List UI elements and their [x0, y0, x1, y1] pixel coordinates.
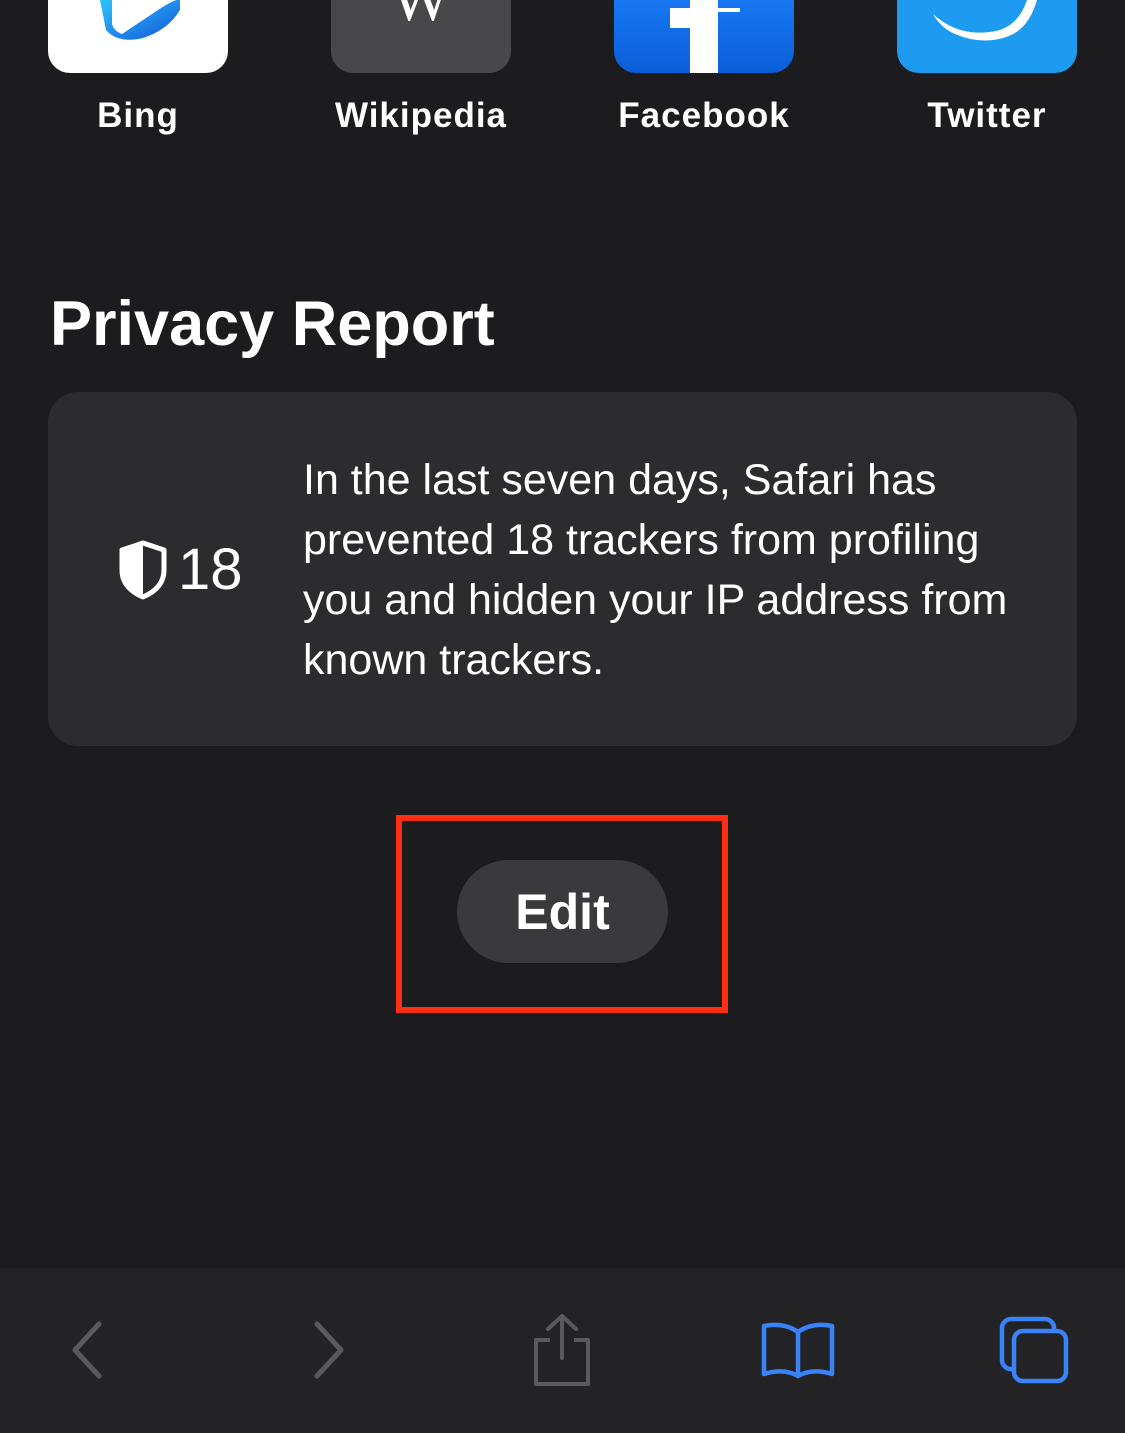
- tracker-count: 18: [178, 537, 243, 602]
- share-icon: [534, 1314, 590, 1386]
- edit-button[interactable]: Edit: [457, 860, 668, 963]
- favorite-label: Twitter: [927, 96, 1047, 135]
- favorite-twitter[interactable]: Twitter: [897, 0, 1077, 135]
- privacy-report-title: Privacy Report: [50, 289, 495, 359]
- privacy-report-description: In the last seven days, Safari has preve…: [303, 456, 1008, 684]
- forward-icon: [314, 1321, 344, 1379]
- favorite-label: Facebook: [618, 96, 790, 135]
- svg-text:W: W: [391, 0, 452, 34]
- shield-icon: [118, 540, 168, 600]
- share-button[interactable]: [517, 1310, 607, 1390]
- bookmarks-icon: [761, 1322, 835, 1379]
- favorite-bing[interactable]: Bing: [48, 0, 228, 135]
- forward-button[interactable]: [284, 1310, 374, 1390]
- facebook-icon: [614, 0, 794, 73]
- favorite-label: Wikipedia: [334, 96, 508, 135]
- favorite-wikipedia[interactable]: W Wikipedia: [331, 0, 511, 135]
- back-icon: [72, 1321, 102, 1379]
- tabs-button[interactable]: [989, 1310, 1079, 1390]
- tabs-icon: [999, 1316, 1069, 1384]
- bookmarks-button[interactable]: [753, 1310, 843, 1390]
- privacy-report-card[interactable]: 18 In the last seven days, Safari has pr…: [48, 392, 1077, 746]
- wikipedia-icon: W: [331, 0, 511, 73]
- favorite-label: Bing: [97, 96, 179, 135]
- favorite-facebook[interactable]: Facebook: [614, 0, 794, 135]
- back-button[interactable]: [42, 1310, 132, 1390]
- bing-icon: [48, 0, 228, 73]
- twitter-icon: [897, 0, 1077, 73]
- bottom-toolbar: [0, 1268, 1125, 1433]
